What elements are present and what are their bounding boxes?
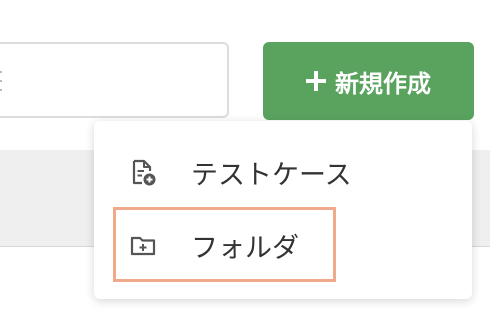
new-create-button-label: 新規作成 [335,69,431,98]
menu-item-test-case[interactable]: テストケース [94,132,472,212]
document-add-icon [132,159,156,186]
search-input[interactable] [0,42,229,118]
new-create-button[interactable]: 新規作成 [263,42,474,120]
folder-add-icon [130,236,156,256]
menu-item-folder-label: フォルダ [191,232,299,264]
search-input-edge-glyph [0,71,2,91]
new-create-dropdown-menu: テストケース フォルダ [94,121,472,299]
menu-item-folder[interactable]: フォルダ [94,205,472,285]
menu-item-test-case-label: テストケース [191,159,352,191]
plus-icon [306,71,326,91]
